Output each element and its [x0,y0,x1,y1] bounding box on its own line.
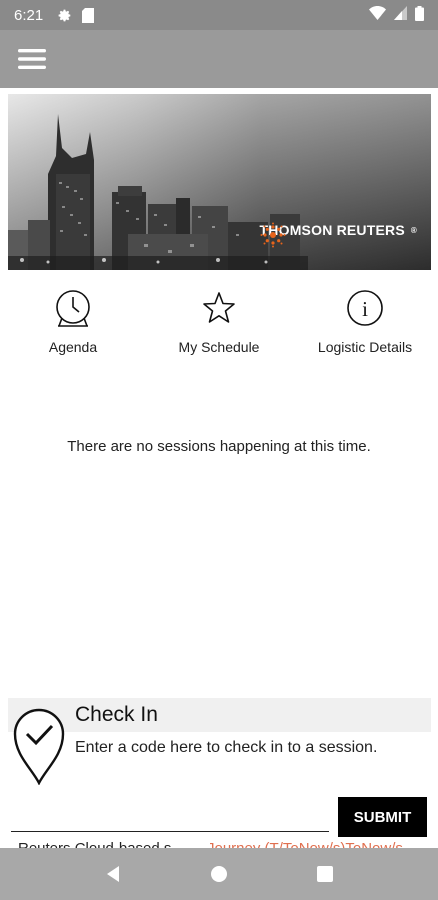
checkin-code-input[interactable] [11,800,329,832]
clock-icon [54,288,92,328]
star-icon [202,288,236,328]
status-right-icons [369,5,424,25]
status-time: 6:21 [14,6,44,24]
hamburger-menu-icon[interactable] [18,48,46,70]
check-pin-icon [12,707,66,790]
status-bar: 6:21 [0,0,438,30]
brand-trademark: ® [410,225,417,235]
sd-card-icon [82,7,95,23]
checkin-title: Check In [75,703,158,726]
checkin-subtitle: Enter a code here to check in to a sessi… [75,739,378,756]
wifi-icon [369,6,386,24]
nav-agenda[interactable]: Agenda [0,288,146,368]
brand-logo: THOMSON REUTERS ® [260,222,417,248]
checkin-header-bar [8,698,431,732]
event-banner: THOMSON REUTERS ® [8,94,431,270]
nav-logistic-details[interactable]: i Logistic Details [292,288,438,368]
app-toolbar [0,30,438,88]
back-icon[interactable] [93,854,133,894]
home-icon[interactable] [199,854,239,894]
city-skyline-image [8,94,431,270]
signal-icon [394,6,407,24]
main-nav: Agenda My Schedule i Logistic Details [0,288,438,368]
thomson-reuters-logo-icon [260,222,286,248]
no-sessions-message: There are no sessions happening at this … [67,438,371,455]
gear-icon [57,8,72,23]
submit-button[interactable]: SUBMIT [338,797,427,837]
battery-icon [415,5,424,25]
info-icon: i [346,288,384,328]
nav-agenda-label: Agenda [48,339,98,355]
nav-my-schedule[interactable]: My Schedule [146,288,292,368]
system-navigation-bar [0,848,438,900]
nav-my-schedule-label: My Schedule [178,339,260,355]
recents-icon[interactable] [305,854,345,894]
svg-text:i: i [362,297,368,321]
nav-logistic-details-label: Logistic Details [317,339,413,355]
